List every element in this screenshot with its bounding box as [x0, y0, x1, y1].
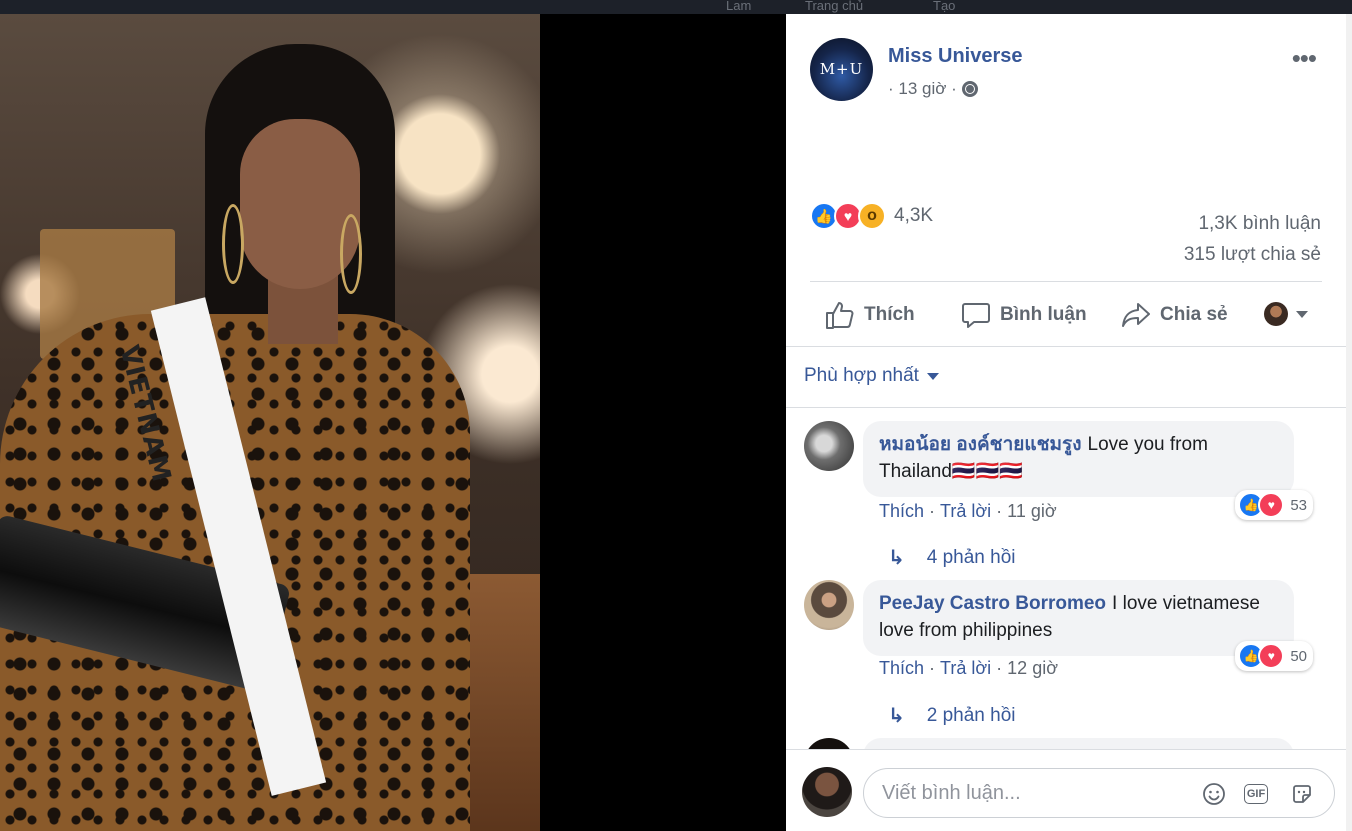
separator: · — [996, 501, 1003, 521]
comment-time[interactable]: 12 giờ — [1007, 658, 1058, 679]
comment-like-link[interactable]: Thích — [879, 501, 924, 522]
caret-down-icon — [926, 372, 939, 380]
nav-item-profile[interactable]: Lam — [726, 0, 751, 13]
divider — [786, 407, 1346, 408]
user-avatar — [1264, 302, 1288, 326]
post-meta: · 13 giờ · — [888, 79, 978, 99]
post-reactions[interactable]: 👍 ♥ o 4,3K — [810, 202, 933, 230]
caret-down-icon — [1296, 310, 1308, 318]
emoji-icon[interactable] — [1200, 780, 1228, 808]
love-reaction-icon: ♥ — [1258, 492, 1285, 518]
like-label: Thích — [864, 304, 915, 325]
comment-actions: Thích · Trả lời · 12 giờ — [879, 658, 1058, 679]
page-name-link[interactable]: Miss Universe — [888, 45, 1023, 68]
comments-count[interactable]: 1,3K bình luận — [1184, 208, 1321, 239]
comment-sort-dropdown[interactable]: Phù hợp nhất — [804, 365, 939, 387]
comment-icon — [962, 303, 990, 328]
scrollbar[interactable] — [1346, 14, 1352, 831]
reply-arrow-icon: ↳ — [888, 547, 905, 569]
view-replies-link[interactable]: ↳ 4 phản hồi — [888, 545, 1016, 570]
commenter-avatar[interactable] — [804, 421, 854, 471]
comment-author[interactable]: หมอน้อย องค์ชายแชมรูง — [879, 434, 1082, 455]
comment-reaction-count: 50 — [1290, 647, 1307, 665]
post-photo[interactable]: VIETNAM — [0, 14, 540, 831]
react-as-selector[interactable] — [1264, 302, 1308, 326]
separator: · — [929, 658, 936, 678]
globe-icon — [961, 81, 978, 97]
comment-reactions[interactable]: 👍 ♥ 53 — [1235, 490, 1313, 520]
comment-bubble: หมอน้อย องค์ชายแชมรูง Love you from Thail… — [863, 421, 1294, 497]
comment-composer: Viết bình luận... GIF — [786, 749, 1346, 831]
page-avatar[interactable]: M+U — [810, 38, 873, 101]
wow-reaction-icon: o — [858, 202, 886, 230]
separator: · — [929, 501, 936, 521]
photo-earring-right — [340, 214, 362, 294]
sticker-icon[interactable] — [1288, 780, 1316, 808]
comment-label: Bình luận — [1000, 304, 1087, 325]
post-actions: Thích Bình luận Chia sẻ — [810, 294, 1322, 336]
comment-reactions[interactable]: 👍 ♥ 50 — [1235, 641, 1313, 671]
post-header: M+U Miss Universe · 13 giờ · ••• — [810, 38, 1322, 108]
share-label: Chia sẻ — [1160, 304, 1228, 325]
nav-item-home[interactable]: Trang chủ — [805, 0, 863, 13]
replies-count: 2 phản hồi — [926, 704, 1016, 726]
commenter-avatar[interactable] — [804, 580, 854, 630]
replies-count: 4 phản hồi — [926, 546, 1016, 568]
comment-reply-link[interactable]: Trả lời — [940, 501, 991, 522]
current-user-avatar[interactable] — [802, 767, 852, 817]
reply-arrow-icon: ↳ — [888, 705, 905, 727]
comment-actions: Thích · Trả lời · 11 giờ — [879, 501, 1057, 522]
comment-input[interactable]: Viết bình luận... GIF — [863, 768, 1335, 818]
share-icon — [1122, 303, 1150, 327]
comment-button[interactable]: Bình luận — [960, 300, 1087, 330]
like-button[interactable]: Thích — [824, 300, 915, 330]
divider — [810, 281, 1322, 282]
gif-icon[interactable]: GIF — [1242, 780, 1270, 808]
view-replies-link[interactable]: ↳ 2 phản hồi — [888, 703, 1016, 728]
comment-input-placeholder: Viết bình luận... — [882, 782, 1021, 804]
love-reaction-icon: ♥ — [1258, 643, 1285, 669]
comment-reaction-count: 53 — [1290, 496, 1307, 514]
photo-earring-left — [222, 204, 244, 284]
share-button[interactable]: Chia sẻ — [1120, 300, 1228, 330]
top-navigation-bar: Lam Trang chủ Tạo — [0, 0, 1352, 14]
post-side-panel: M+U Miss Universe · 13 giờ · ••• 👍 ♥ o 4… — [786, 14, 1346, 831]
sort-label: Phù hợp nhất — [804, 365, 919, 386]
post-time[interactable]: · 13 giờ · — [888, 79, 957, 99]
comment-like-link[interactable]: Thích — [879, 658, 924, 679]
like-icon — [826, 302, 854, 329]
separator: · — [996, 658, 1003, 678]
comment-author[interactable]: PeeJay Castro Borromeo — [879, 593, 1106, 614]
comment-reply-link[interactable]: Trả lời — [940, 658, 991, 679]
gif-label: GIF — [1243, 784, 1269, 804]
reaction-count: 4,3K — [894, 205, 934, 226]
more-icon[interactable]: ••• — [1292, 45, 1317, 71]
comment-bubble: PeeJay Castro Borromeo I love vietnamese … — [863, 580, 1294, 656]
shares-count[interactable]: 315 lượt chia sẻ — [1184, 239, 1321, 270]
post-stats: 1,3K bình luận 315 lượt chia sẻ — [1184, 208, 1321, 270]
divider — [786, 346, 1346, 347]
nav-item-create[interactable]: Tạo — [933, 0, 955, 13]
comment-time[interactable]: 11 giờ — [1007, 501, 1057, 522]
